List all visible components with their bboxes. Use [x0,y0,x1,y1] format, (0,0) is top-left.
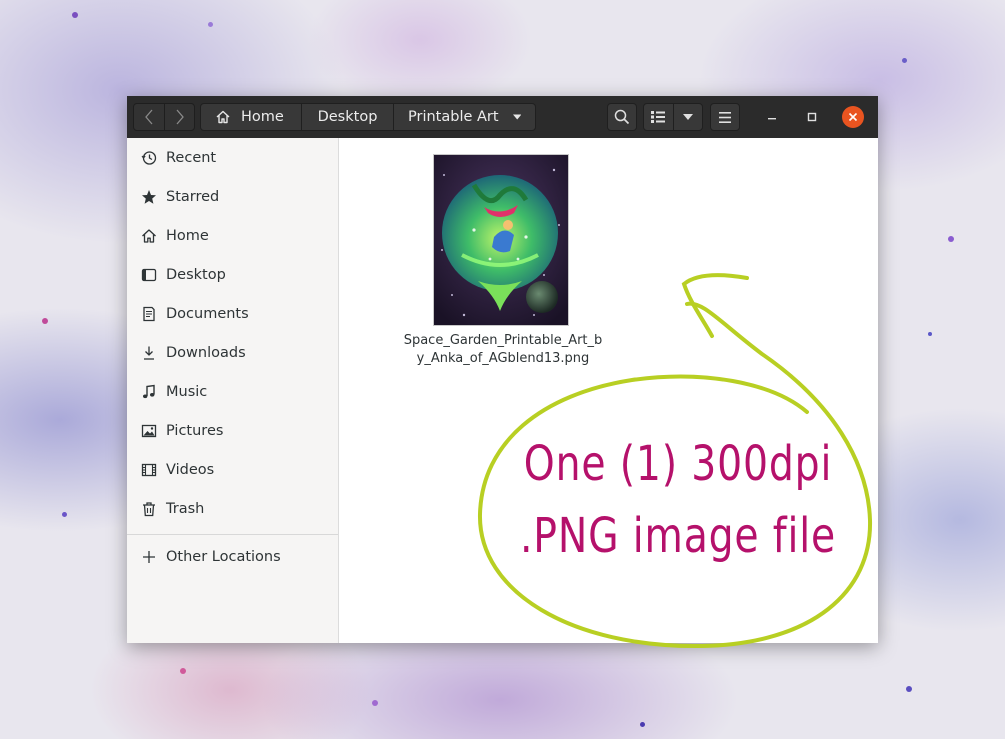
sidebar-item-trash[interactable]: Trash [127,491,338,527]
sidebar-item-documents[interactable]: Documents [127,296,338,332]
list-view-button[interactable] [644,104,674,130]
sidebar-item-label: Documents [166,306,249,322]
clock-icon [141,150,157,166]
background-speck [42,318,48,324]
background-speck [62,512,67,517]
close-button[interactable] [842,106,864,128]
sidebar-item-desktop[interactable]: Desktop [127,257,338,293]
maximize-button[interactable] [801,106,823,128]
background-speck [372,700,378,706]
maximize-icon [807,112,817,122]
chevron-left-icon [145,109,153,125]
minimize-icon [768,118,776,120]
annotation-line-1: One (1) 300dpi [523,436,833,492]
sidebar-divider [127,534,338,535]
dropdown-arrow-icon [512,114,521,120]
sidebar-item-pictures[interactable]: Pictures [127,413,338,449]
hamburger-menu-icon [719,111,731,123]
background-speck [928,332,932,336]
sidebar-item-label: Videos [166,462,215,478]
plus-icon [141,549,157,565]
chevron-right-icon [176,109,184,125]
home-icon [216,110,230,124]
sidebar-item-label: Trash [166,501,205,517]
sidebar-item-label: Downloads [166,345,246,361]
download-icon [141,345,157,361]
sidebar-item-label: Starred [166,189,220,205]
sidebar-item-downloads[interactable]: Downloads [127,335,338,371]
sidebar-item-label: Pictures [166,423,224,439]
trash-icon [141,501,157,517]
breadcrumb: Home Desktop Printable Art [200,103,536,131]
sidebar-item-label: Other Locations [166,549,281,565]
annotation-line-2: .PNG image file [519,508,837,564]
music-note-icon [141,384,157,400]
sidebar-item-label: Music [166,384,208,400]
home-icon [141,228,157,244]
list-view-icon [651,111,666,123]
sidebar: Recent Starred Home Desktop Documents Do… [127,138,339,643]
forward-button[interactable] [165,104,195,130]
chevron-down-icon [682,114,693,120]
sidebar-item-music[interactable]: Music [127,374,338,410]
close-icon [848,112,858,122]
breadcrumb-label: Printable Art [408,109,499,125]
picture-icon [141,423,157,439]
back-button[interactable] [134,104,165,130]
search-button[interactable] [607,103,637,131]
background-speck [72,12,78,18]
sidebar-item-videos[interactable]: Videos [127,452,338,488]
search-icon [614,109,630,125]
sidebar-item-home[interactable]: Home [127,218,338,254]
sidebar-item-starred[interactable]: Starred [127,179,338,215]
sidebar-item-label: Desktop [166,267,226,283]
breadcrumb-home[interactable]: Home [200,103,302,131]
minimize-button[interactable] [761,106,783,128]
sidebar-item-other-locations[interactable]: Other Locations [127,539,338,575]
star-icon [141,189,157,205]
navigation-buttons [133,103,195,131]
document-icon [141,306,157,322]
background-speck [948,236,954,242]
menu-button[interactable] [710,103,740,131]
film-icon [141,462,157,478]
header-bar: Home Desktop Printable Art [127,96,878,138]
sidebar-item-label: Home [166,228,209,244]
breadcrumb-printable-art[interactable]: Printable Art [394,103,536,131]
view-options-group [643,103,703,131]
view-dropdown-button[interactable] [674,104,702,130]
desktop-icon [141,267,157,283]
background-speck [180,668,186,674]
breadcrumb-label: Desktop [317,109,378,125]
background-speck [902,58,907,63]
background-speck [906,686,912,692]
background-speck [208,22,213,27]
breadcrumb-label: Home [241,109,284,125]
sidebar-item-recent[interactable]: Recent [127,140,338,176]
breadcrumb-desktop[interactable]: Desktop [302,103,394,131]
sidebar-item-label: Recent [166,150,217,166]
background-speck [640,722,645,727]
